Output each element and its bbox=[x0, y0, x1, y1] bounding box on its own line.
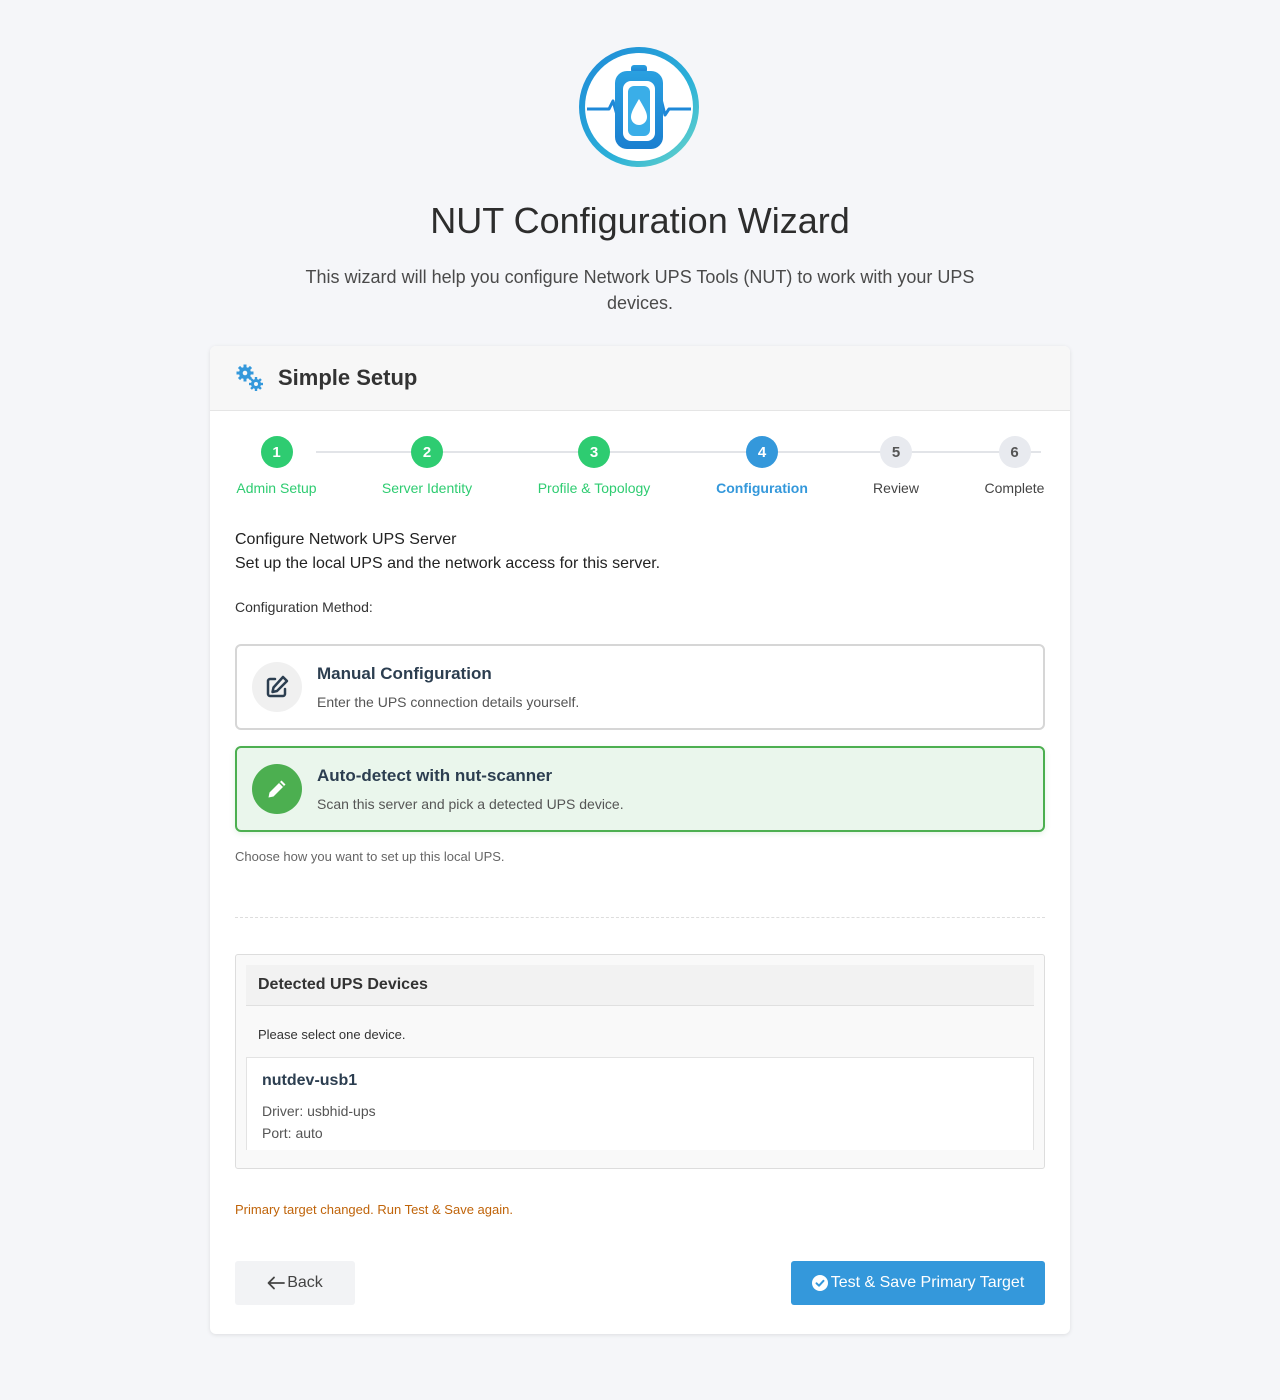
configuration-method-label: Configuration Method: bbox=[235, 599, 373, 615]
step-number: 2 bbox=[411, 436, 443, 468]
section-title: Configure Network UPS Server bbox=[235, 531, 457, 548]
test-save-button[interactable]: Test & Save Primary Target bbox=[791, 1261, 1045, 1305]
page-subtitle: This wizard will help you configure Netw… bbox=[305, 267, 975, 313]
arrow-left-icon bbox=[267, 1276, 286, 1290]
detected-devices-hint: Please select one device. bbox=[258, 1027, 406, 1042]
detected-devices-header: Detected UPS Devices bbox=[246, 965, 1034, 1006]
step-number: 1 bbox=[260, 436, 293, 468]
step-number: 5 bbox=[880, 436, 912, 468]
step-label: Configuration bbox=[716, 480, 808, 496]
option-description: Scan this server and pick a detected UPS… bbox=[317, 796, 624, 812]
wizard-card: Simple Setup 1 Admin Setup 2 Server Iden… bbox=[210, 346, 1070, 1334]
option-description: Enter the UPS connection details yoursel… bbox=[317, 694, 580, 710]
option-manual-configuration[interactable]: Manual Configuration Enter the UPS conne… bbox=[235, 644, 1045, 730]
back-button-label: Back bbox=[287, 1274, 323, 1291]
section-divider bbox=[235, 917, 1045, 918]
card-header: Simple Setup bbox=[210, 346, 1070, 411]
wizard-stepper: 1 Admin Setup 2 Server Identity 3 Profil… bbox=[235, 436, 1045, 496]
gears-icon bbox=[236, 364, 263, 391]
step-profile-topology[interactable]: 3 Profile & Topology bbox=[534, 436, 654, 496]
step-label: Server Identity bbox=[381, 480, 473, 496]
step-number: 6 bbox=[998, 436, 1031, 468]
step-label: Complete bbox=[984, 480, 1045, 496]
ups-logo bbox=[579, 47, 699, 167]
page-title: NUT Configuration Wizard bbox=[430, 200, 850, 241]
step-number: 4 bbox=[746, 436, 778, 468]
warning-message: Primary target changed. Run Test & Save … bbox=[235, 1202, 513, 1217]
step-configuration[interactable]: 4 Configuration bbox=[713, 436, 811, 496]
option-title: Manual Configuration bbox=[317, 664, 492, 683]
device-driver: Driver: usbhid-ups bbox=[262, 1103, 376, 1119]
step-review[interactable]: 5 Review bbox=[871, 436, 921, 496]
device-item[interactable]: nutdev-usb1 Driver: usbhid-ups Port: aut… bbox=[246, 1057, 1034, 1150]
step-server-identity[interactable]: 2 Server Identity bbox=[379, 436, 475, 496]
check-circle-icon bbox=[811, 1275, 828, 1291]
card-title: Simple Setup bbox=[278, 365, 418, 390]
step-number: 3 bbox=[578, 436, 610, 468]
section-description: Set up the local UPS and the network acc… bbox=[235, 555, 661, 572]
step-admin-setup[interactable]: 1 Admin Setup bbox=[235, 436, 318, 496]
edit-icon bbox=[252, 662, 302, 712]
step-label: Review bbox=[873, 480, 919, 496]
option-title: Auto-detect with nut-scanner bbox=[317, 766, 553, 785]
test-save-button-label: Test & Save Primary Target bbox=[830, 1274, 1025, 1291]
device-port: Port: auto bbox=[262, 1125, 323, 1141]
detected-devices-panel: Detected UPS Devices Please select one d… bbox=[235, 954, 1045, 1169]
step-label: Admin Setup bbox=[236, 480, 317, 496]
method-help-text: Choose how you want to set up this local… bbox=[235, 849, 505, 864]
step-complete[interactable]: 6 Complete bbox=[984, 436, 1045, 496]
option-auto-detect[interactable]: Auto-detect with nut-scanner Scan this s… bbox=[235, 746, 1045, 832]
pencil-icon bbox=[252, 764, 302, 814]
back-button[interactable]: Back bbox=[235, 1261, 355, 1305]
device-name: nutdev-usb1 bbox=[262, 1072, 358, 1089]
step-label: Profile & Topology bbox=[537, 480, 651, 496]
